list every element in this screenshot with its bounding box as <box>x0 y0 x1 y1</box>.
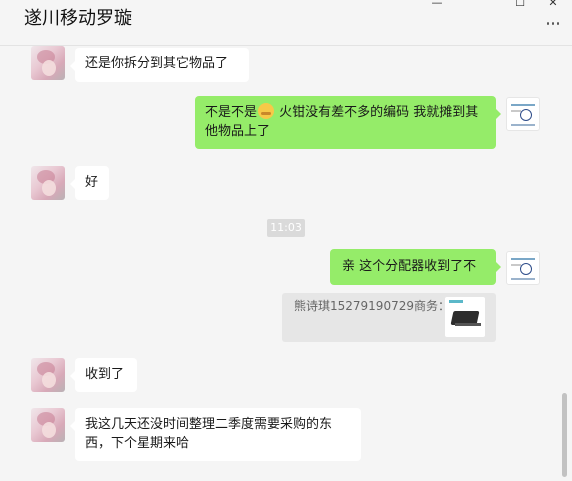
scrollbar[interactable] <box>562 393 567 477</box>
self-avatar[interactable] <box>506 97 540 131</box>
sweat-smile-emoji-icon <box>258 103 275 119</box>
message-text: 收到了 <box>85 367 125 382</box>
maximize-icon[interactable]: ☐ <box>513 0 527 9</box>
message-bubble-outgoing[interactable]: 不是不是 火钳没有差不多的编码 我就摊到其他物品上了 <box>195 96 501 149</box>
more-dots-icon[interactable] <box>545 16 561 30</box>
contact-avatar[interactable] <box>31 166 65 200</box>
close-icon[interactable]: ✕ <box>546 0 560 9</box>
message-text: 我这几天还没时间整理二季度需要采购的东西，下个星期来哈 <box>85 417 333 451</box>
quoted-message[interactable]: 熊诗琪15279190729商务： <box>282 293 496 342</box>
message-bubble-incoming[interactable]: 我这几天还没时间整理二季度需要采购的东西，下个星期来哈 <box>70 408 361 461</box>
self-avatar[interactable] <box>506 251 540 285</box>
quote-text: 熊诗琪15279190729商务： <box>294 299 450 313</box>
message-bubble-outgoing[interactable]: 亲 这个分配器收到了不 <box>330 249 501 285</box>
message-text: 亲 这个分配器收到了不 <box>342 259 477 274</box>
chat-title: 遂川移动罗璇 <box>24 8 132 29</box>
message-text: 不是不是 <box>205 105 258 120</box>
contact-avatar[interactable] <box>31 46 65 80</box>
message-text: 好 <box>85 175 99 190</box>
contact-avatar[interactable] <box>31 408 65 442</box>
contact-avatar[interactable] <box>31 358 65 392</box>
window-control[interactable] <box>483 0 497 7</box>
quote-thumbnail[interactable] <box>445 297 485 337</box>
message-text: 还是你拆分到其它物品了 <box>85 56 229 71</box>
chat-area: 还是你拆分到其它物品了 不是不是 火钳没有差不多的编码 我就摊到其他物品上了 好… <box>0 46 572 481</box>
time-divider: 11:03 <box>267 219 305 237</box>
message-bubble-incoming[interactable]: 还是你拆分到其它物品了 <box>70 48 249 82</box>
minimize-icon[interactable]: — <box>430 0 444 9</box>
message-bubble-incoming[interactable]: 好 <box>70 166 109 200</box>
title-bar: 遂川移动罗璇 — ☐ ✕ <box>0 0 572 46</box>
message-bubble-incoming[interactable]: 收到了 <box>70 358 137 392</box>
